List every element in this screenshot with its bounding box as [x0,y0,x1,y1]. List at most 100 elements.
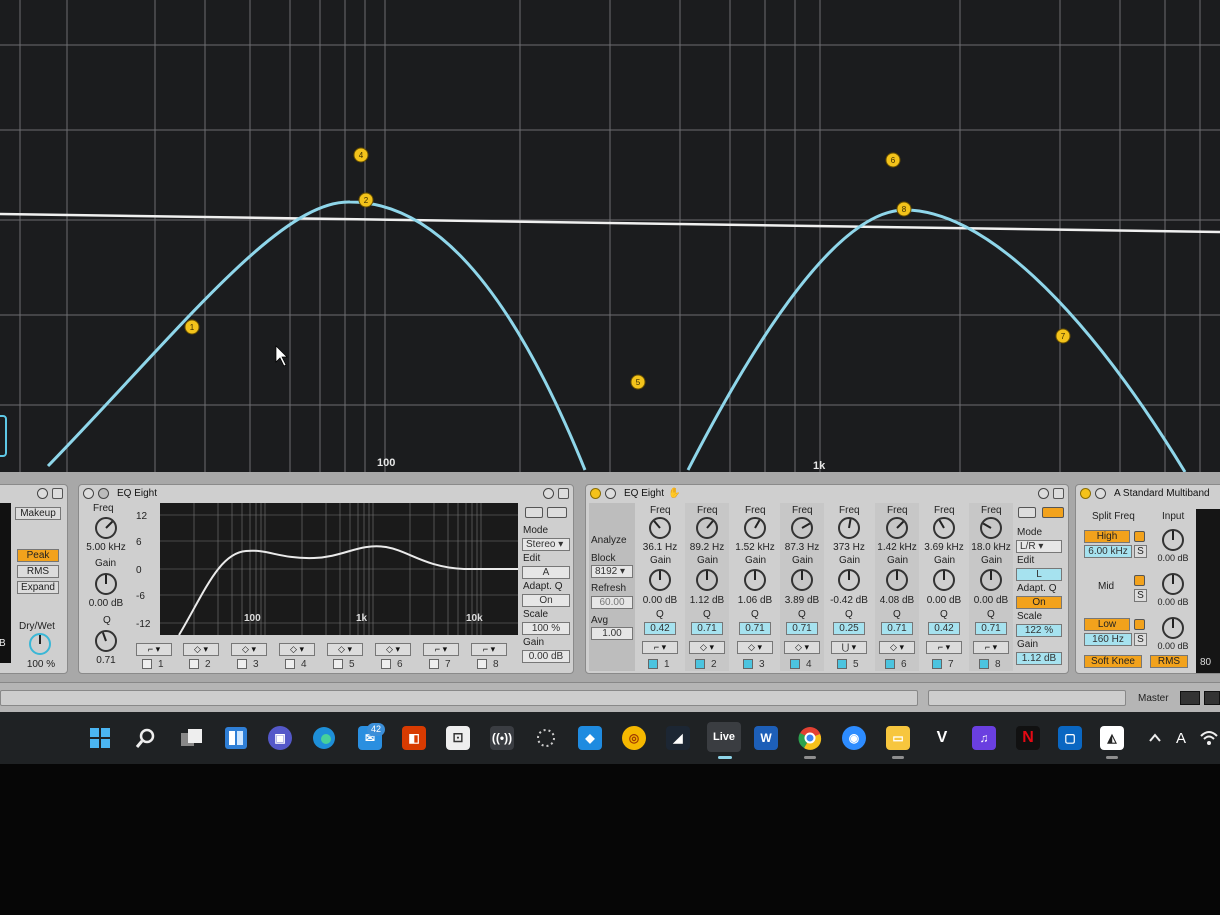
soft-knee-button[interactable]: Soft Knee [1084,655,1142,668]
eq2-band-freq-knob[interactable] [649,517,671,539]
output-gain-field[interactable]: 0.00 dB [522,650,570,663]
eq2-band-freq-knob[interactable] [696,517,718,539]
gain-knob[interactable] [95,573,117,595]
refresh-field[interactable]: 60.00 [591,596,633,609]
device-collapse-icon[interactable] [1095,487,1106,499]
eq2-band-freq-knob[interactable] [838,517,860,539]
q-knob[interactable] [95,630,117,652]
eq2-band-gain-knob[interactable] [791,569,813,591]
eq2-band-q-field[interactable]: 0.25 [833,622,865,635]
eq2-band-gain-knob[interactable] [933,569,955,591]
mid-input-knob[interactable] [1162,573,1184,595]
eq2-band-filter-select[interactable]: ⌐ ▾ [973,641,1009,654]
language-indicator[interactable]: A [1172,726,1190,750]
low-freq-field[interactable]: 160 Hz [1084,633,1132,646]
eq2-band-enable-checkbox[interactable] [743,659,753,669]
mode-select[interactable]: L/R ▾ [1016,540,1062,553]
master-io-icon[interactable] [1204,691,1220,705]
device-fold-icon[interactable] [1038,487,1049,499]
eq2-band-gain-knob[interactable] [980,569,1002,591]
loading-icon[interactable] [534,726,558,750]
scale-field[interactable]: 100 % [522,622,570,635]
eq2-band-freq-knob[interactable] [791,517,813,539]
edit-field[interactable]: L [1016,568,1062,581]
block-select[interactable]: 8192 ▾ [591,565,633,578]
eq2-band-q-field[interactable]: 0.71 [739,622,771,635]
big-eq-graph[interactable]: 1 2 4 5 6 8 7 [0,0,1220,472]
eq2-band-q-field[interactable]: 0.71 [881,622,913,635]
eq1-band-enable-checkbox[interactable] [429,659,439,669]
headphone-icon[interactable] [525,507,543,518]
app-blue-icon[interactable]: ◆ [578,726,602,750]
eq1-band-enable-checkbox[interactable] [285,659,295,669]
eq2-band-q-field[interactable]: 0.71 [691,622,723,635]
eq2-band-enable-checkbox[interactable] [790,659,800,669]
mid-power-icon[interactable] [1134,575,1145,586]
eq1-band-filter-select[interactable]: ◇ ▾ [327,643,363,656]
freq-knob[interactable] [95,517,117,539]
avg-field[interactable]: 1.00 [591,627,633,640]
output-gain-field[interactable]: 1.12 dB [1016,652,1062,665]
eq2-band-filter-select[interactable]: ⌐ ▾ [926,641,962,654]
edit-field[interactable]: A [522,566,570,579]
windows-start-icon[interactable] [88,726,112,750]
widgets-icon[interactable] [224,726,248,750]
eq2-band-filter-select[interactable]: ⌐ ▾ [642,641,678,654]
app-square-icon[interactable]: ▢ [1058,726,1082,750]
eq2-band-filter-select[interactable]: ◇ ▾ [689,641,725,654]
low-power-icon[interactable] [1134,619,1145,630]
high-input-knob[interactable] [1162,529,1184,551]
eq1-band-filter-select[interactable]: ◇ ▾ [375,643,411,656]
expand-button[interactable]: Expand [17,581,59,594]
edge-icon[interactable] [312,726,336,750]
device-power-icon[interactable] [590,487,601,499]
eq1-band-filter-select[interactable]: ⌐ ▾ [471,643,507,656]
mode-select[interactable]: Stereo ▾ [522,538,570,551]
status-scroll-right[interactable] [928,690,1126,706]
ableton-live-icon[interactable]: Live [707,722,741,752]
eq2-band-enable-checkbox[interactable] [885,659,895,669]
high-button[interactable]: High [1084,530,1130,543]
mid-solo-button[interactable]: S [1134,589,1147,602]
eq2-band-enable-checkbox[interactable] [695,659,705,669]
makeup-button[interactable]: Makeup [15,507,61,520]
app-dark-icon[interactable]: ◢ [666,726,690,750]
spectrum-icon[interactable] [547,507,567,518]
peak-button[interactable]: Peak [17,549,59,562]
teams-chat-icon[interactable]: ▣ [268,726,292,750]
eq2-band-q-field[interactable]: 0.71 [786,622,818,635]
wifi-icon[interactable] [1198,726,1220,750]
eq2-band-gain-knob[interactable] [886,569,908,591]
rms-button[interactable]: RMS [17,565,59,578]
app-yellow-icon[interactable]: ◎ [622,726,646,750]
high-power-icon[interactable] [1134,531,1145,542]
eq2-band-filter-select[interactable]: ◇ ▾ [879,641,915,654]
adaptq-toggle[interactable]: On [1016,596,1062,609]
word-icon[interactable]: W [754,726,778,750]
low-button[interactable]: Low [1084,618,1130,631]
eq2-band-gain-knob[interactable] [838,569,860,591]
eq2-band-freq-knob[interactable] [886,517,908,539]
chrome-icon[interactable] [798,726,822,750]
device-collapse-icon[interactable] [605,487,616,499]
eq1-band-enable-checkbox[interactable] [333,659,343,669]
low-input-knob[interactable] [1162,617,1184,639]
eq1-band-enable-checkbox[interactable] [381,659,391,669]
app-white-icon[interactable]: ◭ [1100,726,1124,750]
eq1-band-enable-checkbox[interactable] [477,659,487,669]
drywet-knob[interactable] [29,633,51,655]
eq2-band-q-field[interactable]: 0.42 [928,622,960,635]
file-explorer-icon[interactable]: ▭ [886,726,910,750]
eq2-band-gain-knob[interactable] [649,569,671,591]
eq2-band-filter-select[interactable]: ◇ ▾ [737,641,773,654]
eq-eight-1-graph[interactable]: 12 6 0 -6 -12 100 1k 10k [134,503,520,643]
device-expand-icon[interactable] [98,487,109,499]
eq2-band-enable-checkbox[interactable] [837,659,847,669]
eq2-band-filter-select[interactable]: ⋃ ▾ [831,641,867,654]
device-power-icon[interactable] [83,487,94,499]
solitaire-icon[interactable]: ⚀ [446,726,470,750]
device-fold-icon[interactable] [37,487,48,499]
search-icon[interactable] [134,726,158,750]
eq1-band-filter-select[interactable]: ⌐ ▾ [423,643,459,656]
eq1-band-filter-select[interactable]: ◇ ▾ [279,643,315,656]
